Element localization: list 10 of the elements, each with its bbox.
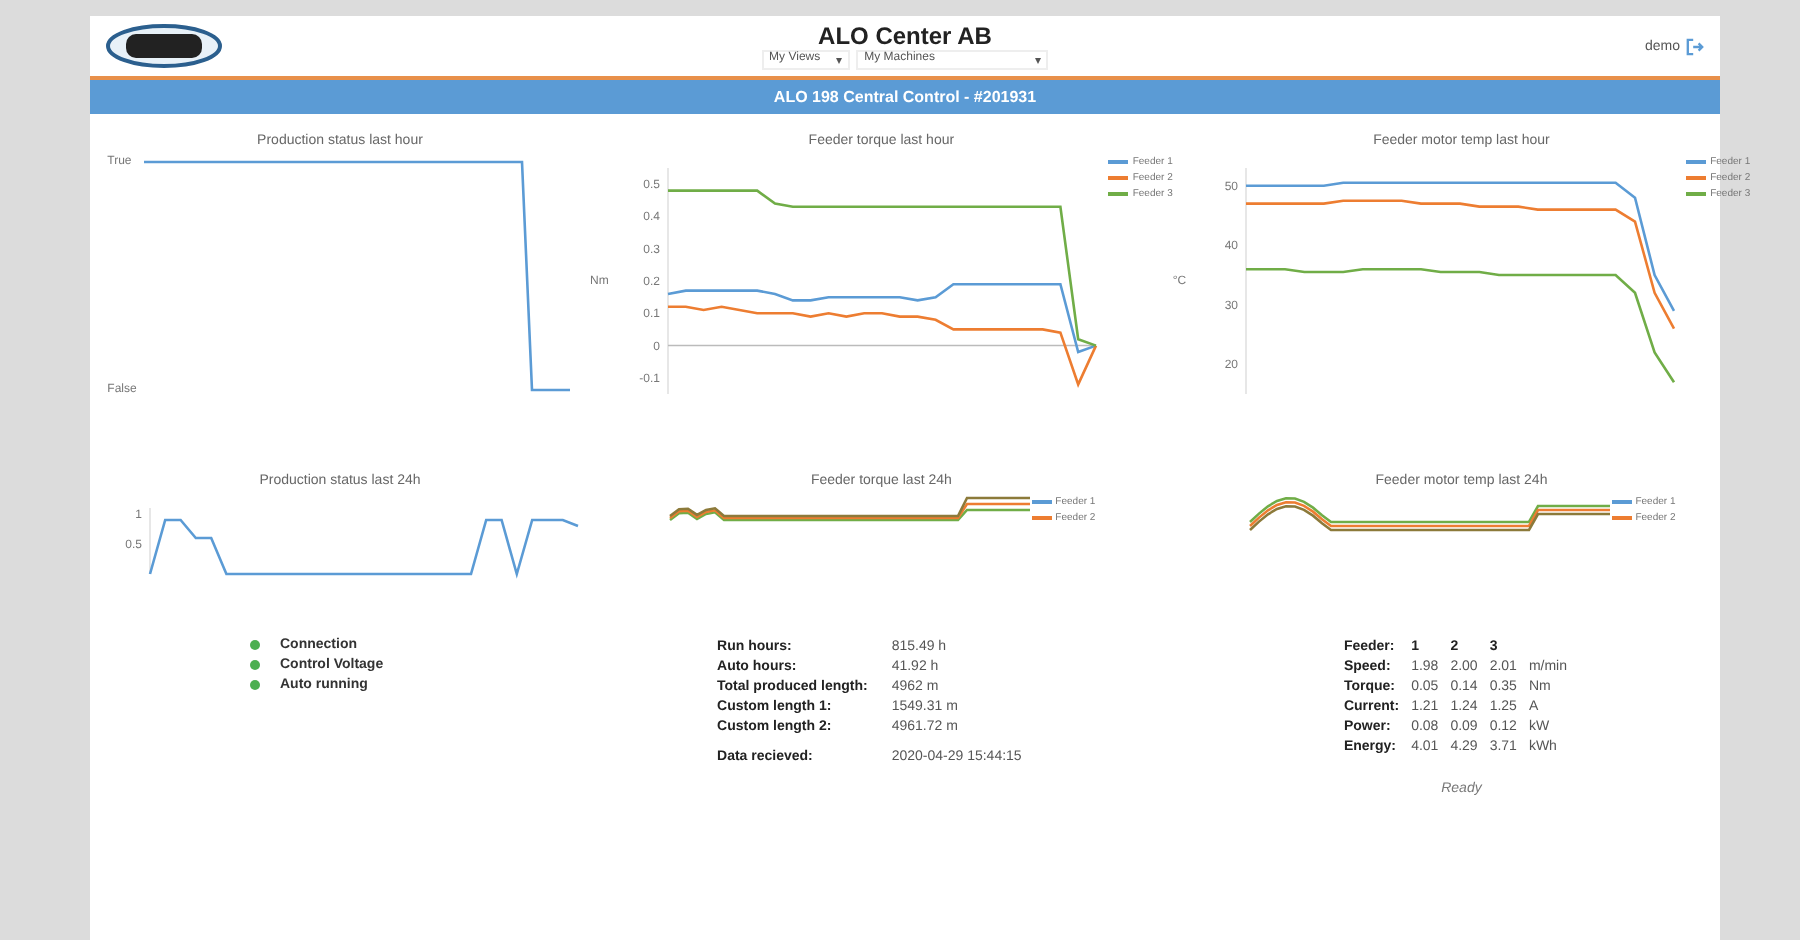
- machine-title-bar: ALO 198 Central Control - #201931: [90, 80, 1720, 114]
- line-series: [1244, 181, 1676, 313]
- line-series: [667, 282, 1098, 354]
- logo-icon: [106, 24, 222, 68]
- company-title: ALO Center AB: [818, 22, 992, 50]
- line-series: [667, 189, 1098, 347]
- line-series: [1244, 199, 1676, 330]
- line-series: [667, 305, 1098, 386]
- logout-icon[interactable]: [1686, 37, 1704, 55]
- line-series: [1244, 267, 1676, 384]
